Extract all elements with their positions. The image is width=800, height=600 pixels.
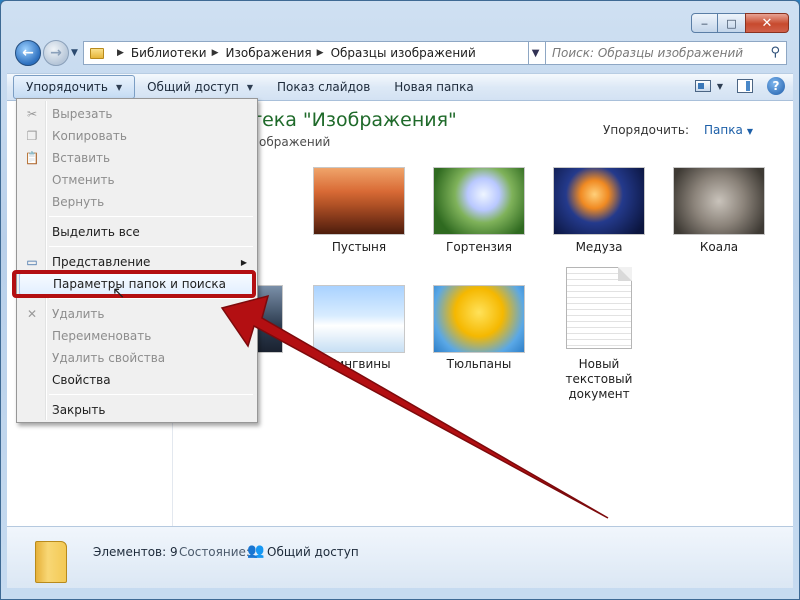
- annotation-arrow: [220, 294, 609, 519]
- annotation-arrow-shape: [220, 294, 609, 519]
